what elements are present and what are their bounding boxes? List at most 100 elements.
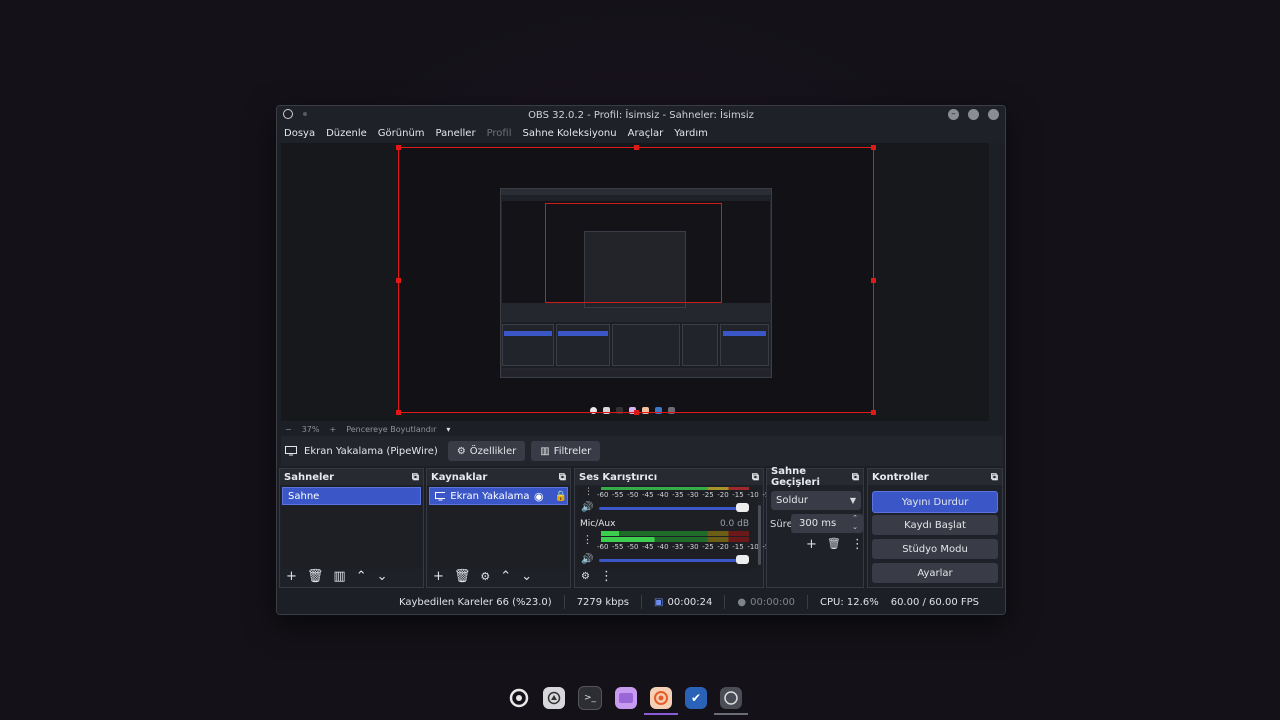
resize-handle[interactable] — [634, 145, 639, 150]
resize-handle[interactable] — [871, 278, 876, 283]
mixer-title: Ses Karıştırıcı — [579, 471, 658, 483]
menu-duzenle[interactable]: Düzenle — [326, 128, 367, 139]
volume-icon[interactable]: 🔊 — [581, 554, 593, 565]
chevron-down-icon[interactable]: ⌄ — [521, 569, 532, 584]
title-bar[interactable]: OBS 32.0.2 - Profil: İsimsiz - Sahneler:… — [277, 106, 1005, 124]
resize-handle[interactable] — [871, 145, 876, 150]
start-record-button[interactable]: Kaydı Başlat — [872, 515, 998, 535]
trash-icon[interactable]: 🗑 — [454, 569, 471, 584]
menu-yardim[interactable]: Yardım — [674, 128, 708, 139]
menu-gorunum[interactable]: Görünüm — [378, 128, 425, 139]
menu-paneller[interactable]: Paneller — [436, 128, 476, 139]
scene-filter-icon[interactable]: ▥ — [333, 569, 345, 584]
stream-time: 00:00:24 — [667, 596, 713, 608]
selection-box[interactable] — [396, 145, 876, 415]
cachy-icon[interactable] — [508, 687, 530, 709]
filters-button[interactable]: ▥ Filtreler — [531, 441, 601, 461]
spin-arrows-icon[interactable]: ⌃ ⌄ — [852, 514, 858, 532]
scene-item[interactable]: Sahne — [282, 487, 421, 505]
taskbar: >_ ✔ — [508, 684, 748, 715]
volume-icon[interactable]: 🔊 — [581, 502, 593, 513]
channel-name: Mic/Aux — [580, 519, 616, 529]
scenes-dock: Sahneler ⧉ Sahne + 🗑 ▥ ⌃ ⌄ — [279, 468, 424, 588]
source-name: Ekran Yakalama (PipeWire) — [304, 445, 438, 457]
add-icon[interactable]: + — [286, 569, 297, 584]
sources-title: Kaynaklar — [431, 471, 488, 483]
mixer-menu-icon[interactable]: ⋮ — [600, 569, 613, 584]
resize-handle[interactable] — [396, 278, 401, 283]
menu-sahne-koleksiyonu[interactable]: Sahne Koleksiyonu — [523, 128, 617, 139]
properties-button[interactable]: ⚙ Özellikler — [447, 441, 526, 461]
volume-slider-handle[interactable] — [736, 555, 749, 564]
transition-menu-icon[interactable]: ⋮ — [851, 537, 864, 552]
undock-icon[interactable]: ⧉ — [559, 472, 566, 483]
duration-label: Süre — [770, 519, 793, 530]
volume-slider-handle[interactable] — [736, 503, 749, 512]
menu-dosya[interactable]: Dosya — [284, 128, 315, 139]
undock-icon[interactable]: ⧉ — [852, 472, 859, 483]
chevron-up-icon[interactable]: ⌃ — [356, 569, 367, 584]
undock-icon[interactable]: ⧉ — [991, 472, 998, 483]
mixer-scale: -60-55-50-45-40-35-30-25-20-15-10-50 — [597, 543, 777, 551]
studio-mode-button[interactable]: Stüdyo Modu — [872, 539, 998, 559]
volume-slider[interactable] — [599, 559, 743, 562]
controls-dock: Kontroller ⧉ Yayını Durdur Kaydı Başlat S… — [867, 468, 1003, 588]
chevron-down-icon[interactable]: ⌄ — [377, 569, 388, 584]
transitions-dock: Sahne Geçişleri ⧉ Soldur ▼ Süre 300 ms ⌃ ⌄… — [766, 466, 864, 588]
resize-handle[interactable] — [634, 410, 639, 415]
source-label: Ekran Yakalama (PipeWire) — [285, 446, 438, 457]
obs-logo-icon — [283, 109, 293, 119]
browser-icon[interactable] — [644, 687, 678, 715]
zoom-value: 37% — [301, 424, 320, 434]
chevron-up-icon[interactable]: ⌃ — [500, 569, 511, 584]
undock-icon[interactable]: ⧉ — [752, 472, 759, 483]
source-item[interactable]: Ekran Yakalama (Pipe ◉ 🔒 — [429, 487, 568, 505]
close-button[interactable] — [988, 109, 999, 120]
scenes-list: Sahne — [282, 487, 421, 569]
transition-tools: + 🗑 ⋮ — [806, 537, 864, 552]
firefox-icon[interactable] — [543, 687, 565, 709]
zoom-in-icon[interactable]: + — [329, 425, 336, 434]
controls-title: Kontroller — [872, 471, 929, 483]
resize-handle[interactable] — [396, 145, 401, 150]
chevron-down-icon[interactable]: ▾ — [446, 425, 450, 434]
trash-icon[interactable]: 🗑 — [307, 569, 324, 584]
maximize-button[interactable] — [968, 109, 979, 120]
duration-spinbox[interactable]: 300 ms ⌃ ⌄ — [791, 514, 863, 533]
filter-icon: ▥ — [540, 445, 550, 457]
preview-area[interactable] — [281, 143, 989, 421]
add-icon[interactable]: + — [433, 569, 444, 584]
undock-icon[interactable]: ⧉ — [412, 472, 419, 483]
lock-icon[interactable]: 🔒 — [555, 491, 567, 502]
resize-handle[interactable] — [396, 410, 401, 415]
resize-handle[interactable] — [871, 410, 876, 415]
gear-icon[interactable]: ⚙ — [480, 570, 490, 583]
visibility-eye-icon[interactable]: ◉ — [534, 490, 544, 503]
gear-icon: ⚙ — [456, 445, 466, 457]
add-icon[interactable]: + — [806, 537, 817, 552]
channel-db: 0.0 dB — [719, 519, 749, 529]
minimize-button[interactable]: – — [948, 109, 959, 120]
obs-icon[interactable] — [714, 687, 748, 715]
volume-slider[interactable] — [599, 507, 743, 510]
stop-stream-button[interactable]: Yayını Durdur — [872, 491, 998, 513]
chevron-down-icon: ▼ — [849, 496, 856, 505]
stream-time-group: ▣ 00:00:24 — [654, 597, 712, 608]
sources-list: Ekran Yakalama (Pipe ◉ 🔒 — [429, 487, 568, 569]
monitor-icon — [285, 446, 297, 456]
steam-icon[interactable]: ✔ — [685, 687, 707, 709]
zoom-out-icon[interactable]: − — [285, 425, 292, 434]
mixer-channels: ⋮ -60-55-50-45-40-35-30-25-20-15-10-50 🔊… — [577, 487, 777, 569]
settings-button[interactable]: Ayarlar — [872, 563, 998, 583]
terminal-icon[interactable]: >_ — [578, 686, 602, 710]
pin-icon[interactable] — [303, 112, 307, 116]
trash-icon[interactable]: 🗑 — [827, 537, 841, 552]
files-icon[interactable] — [615, 687, 637, 709]
menu-araclar[interactable]: Araçlar — [628, 128, 664, 139]
channel-menu-icon[interactable]: ⋮ — [582, 533, 593, 546]
fit-to-window-label[interactable]: Pencereye Boyutlandır — [346, 425, 436, 434]
advanced-audio-icon[interactable]: ⚙ — [581, 571, 590, 582]
transition-select[interactable]: Soldur ▼ — [771, 491, 861, 510]
mixer-scrollbar[interactable] — [758, 505, 761, 565]
zoom-bar: − 37% + Pencereye Boyutlandır ▾ — [281, 422, 993, 436]
